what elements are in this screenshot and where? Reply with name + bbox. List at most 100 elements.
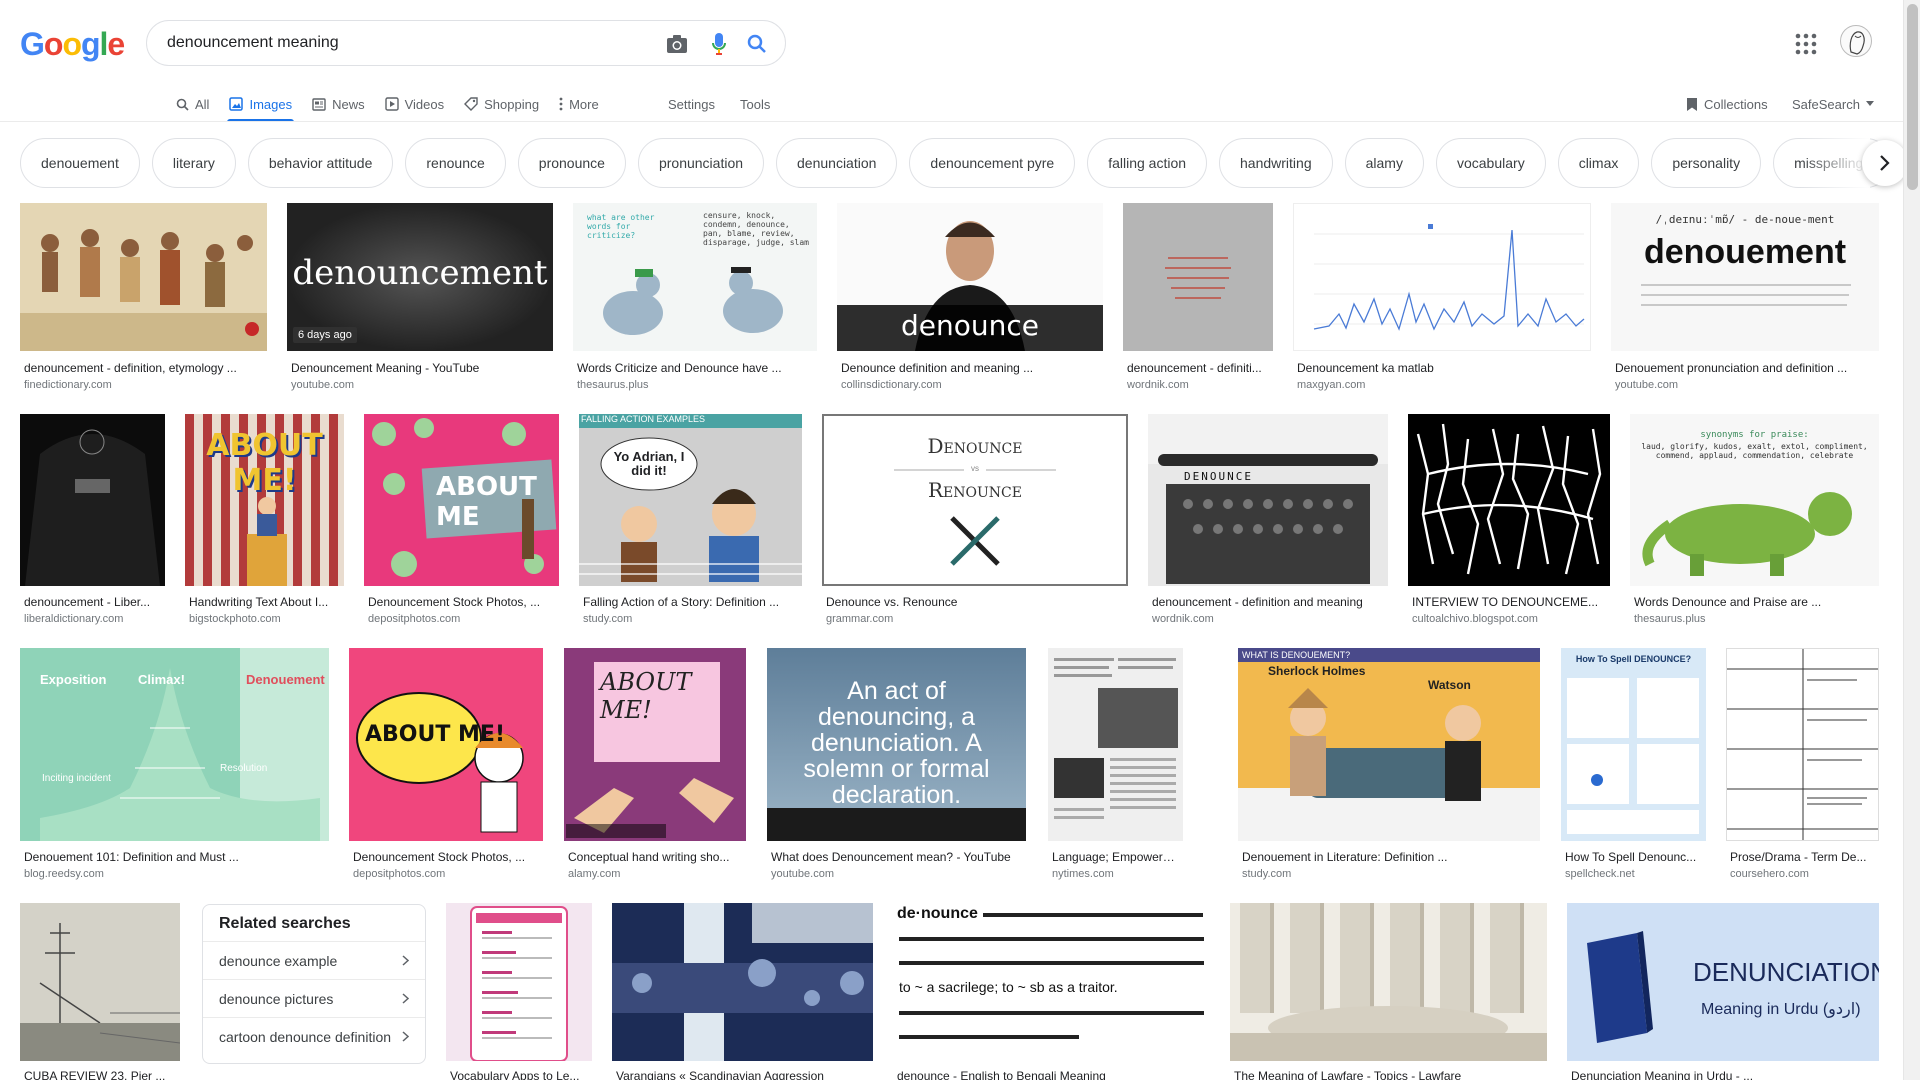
result-title[interactable]: Denunciation Meaning in Urdu - ... — [1571, 1069, 1879, 1080]
google-logo[interactable]: Google — [20, 26, 125, 63]
result-thumbnail[interactable]: An act of denouncing, a denunciation. A … — [767, 648, 1026, 841]
result-thumbnail[interactable]: de·nounce to ~ a sacrilege; to ~ sb as a… — [893, 903, 1210, 1061]
result-thumbnail[interactable]: Denounce vs Renounce — [822, 414, 1128, 586]
related-search-item[interactable]: cartoon denounce definition — [203, 1017, 425, 1055]
result-thumbnail[interactable]: denounce — [837, 203, 1103, 351]
result-title[interactable]: denouncement - definition, etymology ... — [24, 361, 264, 375]
result-site[interactable]: wordnik.com — [1127, 379, 1273, 391]
related-search-item[interactable]: denounce pictures — [203, 979, 425, 1017]
result-site[interactable]: alamy.com — [568, 868, 746, 880]
result-site[interactable]: bigstockphoto.com — [189, 613, 344, 625]
result-site[interactable]: thesaurus.plus — [577, 379, 815, 391]
result-thumbnail[interactable] — [20, 414, 165, 586]
result-title[interactable]: Handwriting Text About I... — [189, 595, 344, 609]
result-title[interactable]: What does Denouncement mean? - YouTube — [771, 850, 1027, 864]
result-title[interactable]: How To Spell Denounc... — [1565, 850, 1706, 864]
result-title[interactable]: CUBA REVIEW 23, Pier ... — [24, 1069, 180, 1080]
result-thumbnail[interactable] — [1048, 648, 1183, 841]
chip[interactable]: renounce — [405, 138, 506, 188]
result-thumbnail[interactable]: ABOUT ME — [364, 414, 559, 586]
result-title[interactable]: Denouncement Stock Photos, ... — [353, 850, 543, 864]
search-input[interactable] — [167, 31, 617, 55]
result-thumbnail[interactable]: Exposition Climax! Denouement Inciting i… — [20, 648, 329, 841]
tab-more[interactable]: More — [549, 90, 609, 118]
result-site[interactable]: nytimes.com — [1052, 868, 1183, 880]
result-title[interactable]: Denouncement Stock Photos, ... — [368, 595, 558, 609]
result-site[interactable]: depositphotos.com — [368, 613, 558, 625]
settings-link[interactable]: Settings — [668, 90, 715, 118]
result-title[interactable]: Denounce definition and meaning ... — [841, 361, 1101, 375]
result-title[interactable]: Denouement 101: Definition and Must ... — [24, 850, 329, 864]
result-site[interactable]: thesaurus.plus — [1634, 613, 1879, 625]
microphone-icon[interactable] — [707, 32, 731, 56]
result-thumbnail[interactable] — [20, 203, 267, 351]
chip[interactable]: vocabulary — [1435, 138, 1546, 188]
result-title[interactable]: Language; Empowerment ... — [1052, 850, 1183, 864]
result-title[interactable]: denouncement - definition and meaning — [1152, 595, 1388, 609]
chip[interactable]: behavior attitude — [247, 138, 394, 188]
chip[interactable]: denunciation — [776, 138, 898, 188]
tab-shopping[interactable]: Shopping — [454, 90, 549, 118]
result-title[interactable]: denouncement - Liber... — [24, 595, 165, 609]
result-thumbnail[interactable] — [1408, 414, 1610, 586]
result-site[interactable]: youtube.com — [291, 379, 551, 391]
result-thumbnail[interactable] — [612, 903, 873, 1061]
result-site[interactable]: study.com — [1242, 868, 1540, 880]
result-site[interactable]: collinsdictionary.com — [841, 379, 1101, 391]
result-site[interactable]: depositphotos.com — [353, 868, 543, 880]
tab-all[interactable]: All — [166, 90, 219, 118]
result-site[interactable]: finedictionary.com — [24, 379, 264, 391]
tab-news[interactable]: News — [302, 90, 375, 118]
result-title[interactable]: Denouncement Meaning - YouTube — [291, 361, 551, 375]
safesearch-menu[interactable]: SafeSearch — [1792, 90, 1874, 118]
result-thumbnail[interactable]: ABOUT ME! — [564, 648, 746, 841]
result-title[interactable]: Denounce vs. Renounce — [826, 595, 1126, 609]
result-title[interactable]: Words Denounce and Praise are ... — [1634, 595, 1879, 609]
result-thumbnail[interactable] — [1293, 203, 1591, 351]
chip[interactable]: falling action — [1087, 138, 1208, 188]
chip[interactable]: pronunciation — [637, 138, 765, 188]
result-thumbnail[interactable]: DENUNCIATION Meaning in Urdu (اردو) — [1567, 903, 1879, 1061]
result-thumbnail[interactable]: /ˌdeɪnuːˈmɒ̃/ - de-noue-ment denouement — [1611, 203, 1879, 351]
result-thumbnail[interactable]: denouncement 6 days ago — [287, 203, 553, 351]
result-title[interactable]: denounce - English to Bengali Meaning — [897, 1069, 1210, 1080]
result-site[interactable]: study.com — [583, 613, 801, 625]
result-title[interactable]: Vocabulary Apps to Le... — [450, 1069, 592, 1080]
result-title[interactable]: Varangians « Scandinavian Aggression — [616, 1069, 873, 1080]
result-thumbnail[interactable]: WHAT IS DENOUEMENT? Sherlock Holmes Wats… — [1238, 648, 1540, 841]
result-thumbnail[interactable] — [1726, 648, 1879, 841]
result-thumbnail[interactable]: synonyms for praise: laud, glorify, kudo… — [1630, 414, 1879, 586]
result-title[interactable]: Denouncement ka matlab — [1297, 361, 1587, 375]
chip[interactable]: personality — [1651, 138, 1762, 188]
result-thumbnail[interactable]: ABOUT ME! — [349, 648, 543, 841]
tools-link[interactable]: Tools — [740, 90, 770, 118]
search-box[interactable] — [146, 20, 786, 66]
result-title[interactable]: Denouement pronunciation and definition … — [1615, 361, 1877, 375]
result-thumbnail[interactable]: How To Spell DENOUNCE? — [1561, 648, 1706, 841]
tab-videos[interactable]: Videos — [375, 90, 455, 118]
result-thumbnail[interactable]: DENOUNCE — [1148, 414, 1388, 586]
result-site[interactable]: youtube.com — [1615, 379, 1877, 391]
collections-link[interactable]: Collections — [1686, 90, 1768, 118]
result-site[interactable]: cultoalchivo.blogspot.com — [1412, 613, 1610, 625]
result-site[interactable]: grammar.com — [826, 613, 1126, 625]
chips-next-button[interactable] — [1862, 140, 1908, 186]
scrollbar-thumb[interactable] — [1907, 4, 1918, 190]
result-site[interactable]: maxgyan.com — [1297, 379, 1587, 391]
result-title[interactable]: Conceptual hand writing sho... — [568, 850, 746, 864]
related-search-item[interactable]: denounce example — [203, 941, 425, 979]
result-site[interactable]: blog.reedsy.com — [24, 868, 329, 880]
apps-grid-icon[interactable] — [1795, 33, 1817, 55]
result-title[interactable]: Words Criticize and Denounce have ... — [577, 361, 815, 375]
result-title[interactable]: Denouement in Literature: Definition ... — [1242, 850, 1540, 864]
page-scrollbar[interactable] — [1903, 0, 1920, 1080]
result-title[interactable]: Prose/Drama - Term De... — [1730, 850, 1879, 864]
result-thumbnail[interactable]: ABOUT ME! — [185, 414, 344, 586]
result-title[interactable]: Falling Action of a Story: Definition ..… — [583, 595, 801, 609]
chip[interactable]: handwriting — [1219, 138, 1333, 188]
result-thumbnail[interactable] — [446, 903, 592, 1061]
result-thumbnail[interactable] — [20, 903, 180, 1061]
result-title[interactable]: The Meaning of Lawfare - Topics - Lawfar… — [1234, 1069, 1547, 1080]
chip[interactable]: denouement — [20, 138, 140, 188]
avatar[interactable] — [1840, 25, 1872, 57]
